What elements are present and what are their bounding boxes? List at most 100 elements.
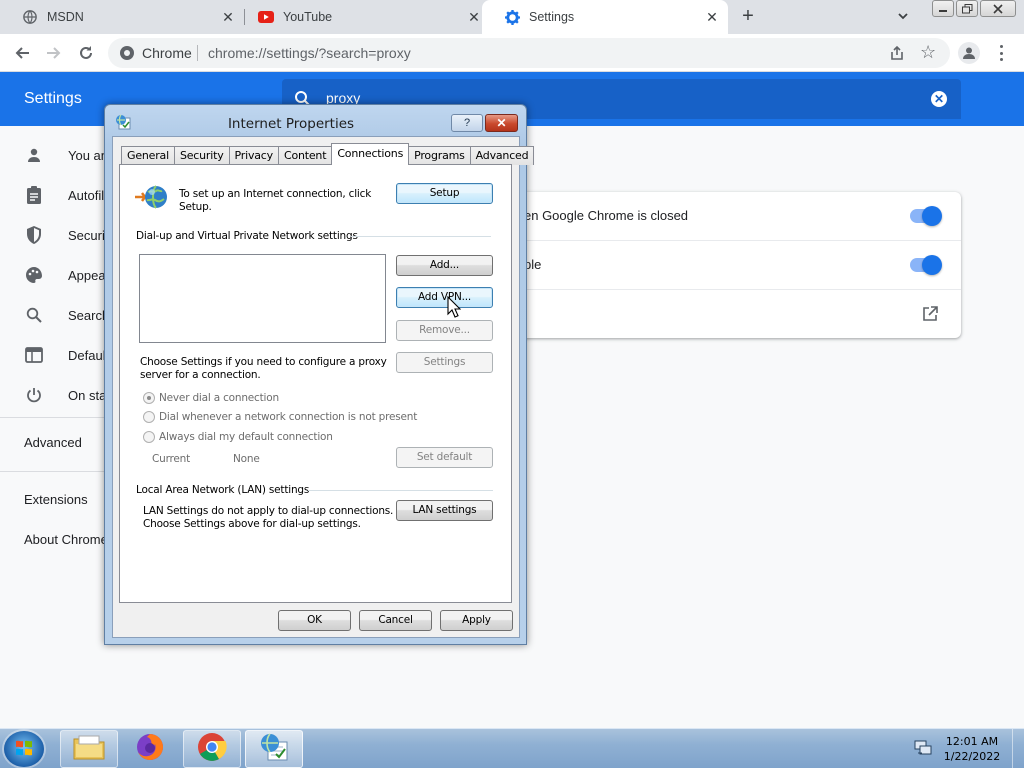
back-button[interactable] (12, 43, 32, 63)
tab-msdn[interactable]: MSDN ✕ (0, 0, 244, 34)
chrome-icon (197, 732, 227, 767)
tab-title: YouTube (283, 10, 333, 24)
restore-button[interactable] (956, 0, 978, 17)
search-icon (24, 305, 44, 325)
tab-advanced[interactable]: Advanced (469, 146, 535, 165)
bookmark-star-icon[interactable]: ☆ (920, 42, 936, 62)
setup-description: To set up an Internet connection, click (179, 188, 372, 200)
tab-strip: MSDN ✕ YouTube ✕ Settings ✕ + (0, 0, 1024, 34)
tab-title: Settings (529, 10, 575, 24)
close-window-button[interactable] (980, 0, 1016, 17)
taskbar-chrome[interactable] (183, 730, 241, 768)
share-icon[interactable] (889, 45, 905, 61)
close-tab-icon[interactable]: ✕ (466, 9, 482, 25)
apply-button[interactable]: Apply (440, 610, 513, 631)
hardware-acceleration-row[interactable]: ple (516, 241, 961, 290)
lan-group-label: Local Area Network (LAN) settings (136, 484, 310, 496)
add-button[interactable]: Add... (396, 255, 493, 276)
tab-privacy[interactable]: Privacy (228, 146, 279, 165)
radio-label: Always dial my default connection (159, 431, 333, 443)
shield-icon (24, 225, 44, 245)
show-desktop-button[interactable] (1012, 729, 1024, 768)
close-dialog-button[interactable]: ✕ (485, 114, 518, 132)
proxy-description: Choose Settings if you need to configure… (140, 356, 387, 368)
chrome-site-icon (119, 45, 135, 61)
tab-settings[interactable]: Settings ✕ (482, 0, 728, 34)
youtube-icon (258, 9, 274, 25)
window-controls (932, 0, 1016, 17)
globe-icon (22, 9, 38, 25)
sidebar-item-extensions[interactable]: Extensions (24, 492, 88, 507)
sidebar-item-about-chrome[interactable]: About Chrome (24, 532, 108, 547)
clipboard-icon (24, 185, 44, 205)
close-tab-icon[interactable]: ✕ (704, 9, 720, 25)
remove-button[interactable]: Remove... (396, 320, 493, 341)
forward-button[interactable] (44, 43, 64, 63)
tab-youtube[interactable]: YouTube ✕ (236, 0, 490, 34)
profile-avatar[interactable] (958, 42, 980, 64)
radio-never-dial[interactable] (143, 392, 155, 404)
clear-search-icon[interactable]: ✕ (931, 91, 947, 107)
taskbar-firefox[interactable] (121, 730, 179, 768)
browser-window-icon (24, 345, 44, 365)
taskbar-file-explorer[interactable] (60, 730, 118, 768)
person-icon (24, 145, 44, 165)
sidebar-item-autofill[interactable]: Autofill (24, 183, 107, 207)
network-icon[interactable] (914, 740, 932, 756)
ok-button[interactable]: OK (278, 610, 351, 631)
reload-button[interactable] (76, 43, 96, 63)
group-divider (308, 490, 493, 491)
external-link-icon[interactable] (922, 306, 938, 322)
vpn-connections-list[interactable] (139, 254, 386, 343)
cancel-button[interactable]: Cancel (359, 610, 432, 631)
taskbar-internet-options[interactable] (245, 730, 303, 768)
clock-date: 1/22/2022 (943, 750, 1001, 763)
start-button[interactable] (4, 731, 44, 767)
setup-description: Setup. (179, 201, 212, 213)
system-clock[interactable]: 12:01 AM 1/22/2022 (940, 734, 1004, 764)
address-bar[interactable]: Chrome chrome://settings/?search=proxy ☆ (108, 38, 950, 68)
lan-description: Choose Settings above for dial-up settin… (143, 518, 361, 530)
mouse-cursor-icon (447, 295, 462, 318)
tab-security[interactable]: Security (173, 146, 230, 165)
proxy-description: server for a connection. (140, 369, 261, 381)
system-settings-card: en Google Chrome is closed ple (516, 192, 961, 338)
tab-search-icon[interactable] (896, 9, 912, 25)
dialog-title: Internet Properties (227, 116, 355, 132)
sidebar-item-advanced[interactable]: Advanced (24, 435, 82, 450)
connections-panel: To set up an Internet connection, click … (119, 164, 512, 603)
lan-settings-button[interactable]: LAN settings (396, 500, 493, 521)
url-text[interactable]: chrome://settings/?search=proxy (208, 45, 411, 61)
current-value: None (233, 453, 260, 465)
row-label: en Google Chrome is closed (524, 208, 689, 223)
minimize-button[interactable] (932, 0, 954, 17)
settings-button[interactable]: Settings (396, 352, 493, 373)
radio-dial-whenever[interactable] (143, 411, 155, 423)
dialog-tabs: General Security Privacy Content Connect… (121, 143, 535, 165)
new-tab-button[interactable]: + (738, 6, 758, 28)
background-apps-toggle[interactable] (910, 206, 942, 226)
help-button[interactable]: ? (451, 114, 483, 132)
chrome-menu-icon[interactable] (996, 43, 1006, 63)
internet-options-icon (258, 732, 290, 767)
sidebar-item-label: Autofill (68, 187, 108, 203)
page-title: Settings (24, 90, 82, 107)
tab-content[interactable]: Content (277, 146, 333, 165)
lan-description: LAN Settings do not apply to dial-up con… (143, 505, 394, 517)
close-tab-icon[interactable]: ✕ (220, 9, 236, 25)
set-default-button[interactable]: Set default (396, 447, 493, 468)
setup-button[interactable]: Setup (396, 183, 493, 204)
dialog-titlebar[interactable]: Internet Properties ? ✕ (105, 105, 526, 135)
tab-general[interactable]: General (121, 146, 175, 165)
tab-programs[interactable]: Programs (408, 146, 471, 165)
power-icon (24, 385, 44, 405)
browser-toolbar: Chrome chrome://settings/?search=proxy ☆ (0, 34, 1024, 72)
clock-time: 12:01 AM (945, 735, 999, 748)
background-apps-row[interactable]: en Google Chrome is closed (516, 192, 961, 241)
hardware-acceleration-toggle[interactable] (910, 255, 942, 275)
add-vpn-button[interactable]: Add VPN... (396, 287, 493, 308)
tab-connections[interactable]: Connections (331, 143, 410, 165)
radio-label: Dial whenever a network connection is no… (159, 411, 418, 423)
group-divider (351, 236, 491, 237)
radio-always-dial[interactable] (143, 431, 155, 443)
